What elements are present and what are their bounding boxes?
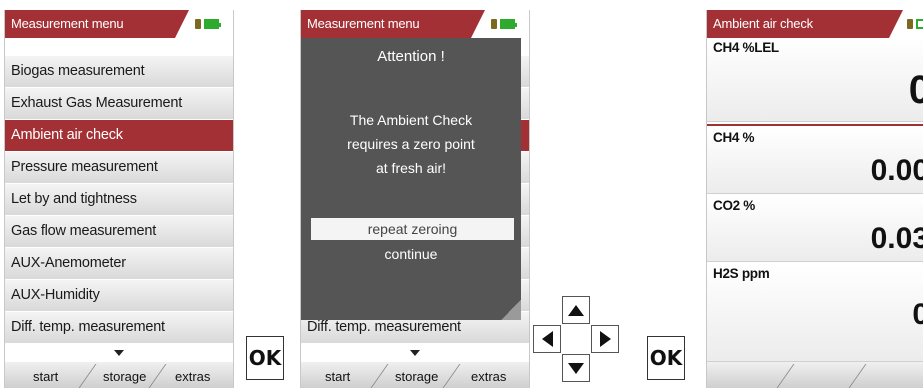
arrow-right-button[interactable] bbox=[591, 325, 619, 353]
screen-attention-dialog: Measurement menu Diff. temp. measurement… bbox=[300, 10, 530, 388]
softkey-start[interactable]: start bbox=[33, 369, 58, 384]
separator-line bbox=[707, 124, 923, 126]
softkey-divider bbox=[78, 364, 97, 388]
option-continue[interactable]: continue bbox=[301, 246, 521, 262]
softkey-divider bbox=[776, 364, 795, 388]
softkey-storage[interactable]: storage bbox=[395, 369, 438, 384]
softkey-bar bbox=[707, 362, 923, 388]
measurement-ch4-lel: CH4 %LEL 0 bbox=[707, 38, 923, 122]
menu-item-biogas[interactable]: Biogas measurement bbox=[5, 56, 233, 87]
measurement-value: 0.00 bbox=[870, 154, 923, 187]
status-area bbox=[471, 10, 529, 38]
measurement-ch4-percent: CH4 % 0.00 bbox=[707, 128, 923, 194]
battery-icon bbox=[500, 19, 517, 29]
dialog-text-line: The Ambient Check bbox=[349, 112, 473, 128]
softkey-storage[interactable]: storage bbox=[103, 369, 146, 384]
softkey-bar: start storage extras bbox=[5, 362, 233, 388]
stage: Measurement menu Biogas measurement Exha… bbox=[0, 0, 923, 388]
screen-measurement-menu: Measurement menu Biogas measurement Exha… bbox=[4, 10, 234, 388]
ok-button[interactable]: OK bbox=[647, 336, 685, 380]
dialog-text-line: requires a zero point bbox=[347, 136, 475, 152]
measurement-value: 0 bbox=[912, 298, 923, 332]
plug-icon bbox=[491, 19, 497, 29]
softkey-divider bbox=[848, 364, 867, 388]
softkey-divider bbox=[148, 364, 167, 388]
chevron-down-icon[interactable] bbox=[114, 350, 124, 356]
screen-ambient-air-check: Ambient air check CH4 %LEL 0 CH4 % 0.00 … bbox=[706, 10, 923, 388]
menu-item-exhaust-gas[interactable]: Exhaust Gas Measurement bbox=[5, 88, 233, 119]
menu-item-diff-temp[interactable]: Diff. temp. measurement bbox=[5, 312, 233, 343]
arrow-left-icon bbox=[542, 331, 553, 347]
measurement-menu-list: Biogas measurement Exhaust Gas Measureme… bbox=[5, 56, 233, 344]
plug-icon bbox=[195, 19, 201, 29]
option-repeat-zeroing[interactable]: repeat zeroing bbox=[311, 218, 514, 240]
arrow-up-icon bbox=[568, 305, 584, 316]
measurement-label: CH4 % bbox=[713, 130, 755, 145]
chevron-down-icon[interactable] bbox=[410, 350, 420, 356]
softkey-extras[interactable]: extras bbox=[175, 369, 210, 384]
arrow-up-button[interactable] bbox=[562, 296, 590, 324]
dialog-heading: Attention ! bbox=[377, 48, 445, 65]
status-area bbox=[889, 10, 923, 38]
softkey-start[interactable]: start bbox=[325, 369, 350, 384]
measurement-label: H2S ppm bbox=[713, 266, 770, 281]
softkey-bar: start storage extras bbox=[301, 362, 529, 388]
direction-pad bbox=[533, 296, 619, 382]
dialog-text-line: at fresh air! bbox=[375, 160, 447, 176]
menu-item-let-by-tightness[interactable]: Let by and tightness bbox=[5, 184, 233, 215]
menu-item-aux-anemometer[interactable]: AUX-Anemometer bbox=[5, 248, 233, 279]
ok-button[interactable]: OK bbox=[246, 336, 284, 380]
battery-icon bbox=[916, 19, 923, 29]
softkey-divider bbox=[370, 364, 389, 388]
menu-item-aux-humidity[interactable]: AUX-Humidity bbox=[5, 280, 233, 311]
softkey-divider bbox=[442, 364, 461, 388]
measurement-co2-percent: CO2 % 0.03 bbox=[707, 196, 923, 262]
measurement-value: 0.03 bbox=[870, 222, 923, 255]
softkey-extras[interactable]: extras bbox=[471, 369, 506, 384]
page-title: Measurement menu bbox=[11, 16, 124, 31]
arrow-down-button[interactable] bbox=[562, 354, 590, 382]
plug-icon bbox=[907, 19, 913, 29]
arrow-down-icon bbox=[568, 363, 584, 374]
measurement-h2s-ppm: H2S ppm 0 bbox=[707, 264, 923, 362]
arrow-right-icon bbox=[600, 331, 611, 347]
dialog-fold-corner bbox=[501, 300, 521, 320]
attention-dialog: Attention ! The Ambient Check requires a… bbox=[301, 38, 521, 320]
battery-icon bbox=[204, 19, 221, 29]
status-area bbox=[175, 10, 233, 38]
measurement-label: CO2 % bbox=[713, 198, 756, 213]
page-title: Ambient air check bbox=[713, 16, 813, 31]
page-title: Measurement menu bbox=[307, 16, 420, 31]
measurement-value: 0 bbox=[909, 68, 923, 113]
arrow-left-button[interactable] bbox=[533, 325, 561, 353]
menu-item-ambient-air-check[interactable]: Ambient air check bbox=[5, 120, 233, 151]
measurement-label: CH4 %LEL bbox=[713, 40, 779, 55]
menu-item-gas-flow[interactable]: Gas flow measurement bbox=[5, 216, 233, 247]
menu-item-pressure[interactable]: Pressure measurement bbox=[5, 152, 233, 183]
